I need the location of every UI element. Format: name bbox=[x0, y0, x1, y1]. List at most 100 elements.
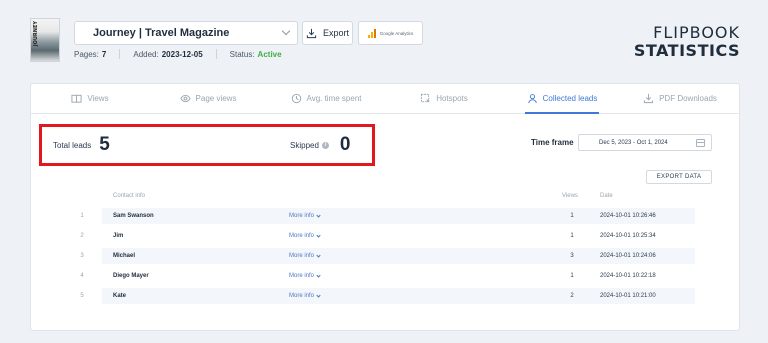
skipped-value: 0 bbox=[339, 134, 351, 155]
chevron-down-icon bbox=[316, 232, 321, 238]
brand-line-1: FLIPBOOK bbox=[653, 23, 740, 42]
table-row: 3 Michael More info 3 2024-10-01 10:24:0… bbox=[80, 248, 695, 264]
row-number: 4 bbox=[80, 273, 84, 279]
chevron-down-icon bbox=[316, 292, 321, 298]
google-analytics-icon bbox=[367, 28, 376, 38]
more-info-label: More info bbox=[289, 213, 315, 219]
export-button[interactable]: Export bbox=[302, 21, 353, 45]
download-icon bbox=[644, 93, 654, 104]
views-count: 2 bbox=[570, 293, 574, 299]
column-header-views: Views bbox=[562, 193, 578, 199]
leads-summary-highlight: Total leads 5 Skipped i 0 bbox=[39, 124, 375, 166]
contact-name: Diego Mayer bbox=[113, 273, 149, 279]
more-info-link[interactable]: More info bbox=[289, 212, 321, 219]
download-icon bbox=[306, 28, 317, 38]
tab-views[interactable]: Views bbox=[31, 84, 149, 113]
cover-title: JOURNEY bbox=[33, 21, 39, 47]
tab-label: Collected leads bbox=[542, 94, 598, 103]
table-row: 1 Sam Swanson More info 1 2024-10-01 10:… bbox=[80, 208, 695, 224]
row-number: 5 bbox=[80, 293, 84, 299]
tab-avg-time-spent[interactable]: Avg. time spent bbox=[267, 84, 385, 113]
more-info-label: More info bbox=[289, 293, 315, 299]
views-count: 3 bbox=[570, 253, 574, 259]
added-date: 2023-12-05 bbox=[161, 49, 203, 59]
tab-hotspots[interactable]: Hotspots bbox=[385, 84, 503, 113]
tab-page-views[interactable]: Page views bbox=[149, 84, 267, 113]
total-leads-value: 5 bbox=[99, 134, 110, 155]
lead-date: 2024-10-01 10:25:34 bbox=[600, 233, 656, 239]
row-number: 2 bbox=[80, 233, 84, 239]
export-data-button[interactable]: EXPORT DATA bbox=[646, 170, 712, 184]
tab-bar: Views Page views Avg. time spent Hotspot… bbox=[31, 84, 739, 114]
magazine-title: Journey | Travel Magazine bbox=[93, 27, 230, 39]
book-icon bbox=[71, 94, 82, 103]
calendar-icon[interactable] bbox=[696, 139, 705, 147]
tab-collected-leads[interactable]: Collected leads bbox=[503, 84, 621, 114]
more-info-link[interactable]: More info bbox=[289, 292, 321, 299]
column-header-date: Date bbox=[600, 193, 613, 199]
lead-date: 2024-10-01 10:24:06 bbox=[600, 253, 656, 259]
header: JOURNEY Journey | Travel Magazine Export… bbox=[0, 0, 768, 76]
more-info-label: More info bbox=[289, 233, 315, 239]
chevron-down-icon bbox=[316, 272, 321, 278]
tab-label: Hotspots bbox=[436, 94, 468, 103]
more-info-link[interactable]: More info bbox=[289, 252, 321, 259]
table-row: 2 Jim More info 1 2024-10-01 10:25:34 bbox=[80, 228, 695, 244]
time-frame-input[interactable]: Dec 5, 2023 - Oct 1, 2024 bbox=[578, 134, 712, 151]
time-frame-value: Dec 5, 2023 - Oct 1, 2024 bbox=[599, 139, 668, 146]
lead-date: 2024-10-01 10:22:18 bbox=[600, 273, 656, 279]
tab-label: PDF Downloads bbox=[659, 94, 717, 103]
added-label: Added: bbox=[133, 49, 159, 59]
status-badge: Active bbox=[257, 49, 282, 59]
lead-date: 2024-10-01 10:21:00 bbox=[600, 293, 656, 299]
tab-label: Views bbox=[87, 94, 109, 103]
brand-logo: FLIPBOOK STATISTICS bbox=[634, 24, 740, 60]
table-row: 4 Diego Mayer More info 1 2024-10-01 10:… bbox=[80, 268, 695, 284]
magazine-cover-thumbnail[interactable]: JOURNEY bbox=[30, 18, 60, 62]
chevron-down-icon bbox=[316, 252, 321, 258]
export-label: Export bbox=[322, 28, 349, 38]
chevron-down-icon bbox=[281, 26, 291, 36]
row-number: 3 bbox=[80, 253, 84, 259]
tab-label: Avg. time spent bbox=[306, 94, 362, 103]
chevron-down-icon bbox=[316, 212, 321, 218]
magazine-select[interactable]: Journey | Travel Magazine bbox=[74, 21, 298, 45]
skipped-stat: Skipped i 0 bbox=[290, 133, 351, 157]
magazine-meta: Pages: 7 Added: 2023-12-05 Status: Activ… bbox=[74, 47, 282, 61]
status-label: Status: bbox=[229, 49, 255, 59]
views-count: 1 bbox=[570, 233, 574, 239]
views-count: 1 bbox=[570, 273, 574, 279]
divider bbox=[119, 49, 121, 59]
clock-icon bbox=[291, 93, 301, 104]
contact-name: Kate bbox=[113, 293, 127, 299]
eye-icon bbox=[179, 94, 191, 103]
statistics-panel: Views Page views Avg. time spent Hotspot… bbox=[30, 83, 740, 331]
brand-line-2: STATISTICS bbox=[633, 41, 740, 60]
contact-name: Michael bbox=[113, 253, 136, 259]
total-leads-label: Total leads bbox=[53, 140, 92, 150]
time-frame-label: Time frame bbox=[531, 138, 574, 147]
contact-name: Sam Swanson bbox=[113, 213, 154, 219]
column-header-contact: Contact info bbox=[113, 193, 146, 199]
skipped-label: Skipped bbox=[290, 140, 319, 150]
row-number: 1 bbox=[80, 213, 84, 219]
lead-date: 2024-10-01 10:26:46 bbox=[600, 213, 656, 219]
views-count: 1 bbox=[570, 213, 574, 219]
more-info-label: More info bbox=[289, 273, 315, 279]
google-analytics-button[interactable]: Google Analytics bbox=[358, 21, 423, 45]
contact-name: Jim bbox=[113, 233, 124, 239]
google-analytics-label: Google Analytics bbox=[379, 30, 414, 36]
more-info-label: More info bbox=[289, 253, 315, 259]
table-row: 5 Kate More info 2 2024-10-01 10:21:00 bbox=[80, 288, 695, 304]
pages-count: 7 bbox=[101, 49, 107, 59]
more-info-link[interactable]: More info bbox=[289, 272, 321, 279]
info-icon[interactable]: i bbox=[321, 141, 329, 149]
pages-label: Pages: bbox=[74, 49, 99, 59]
total-leads-stat: Total leads 5 bbox=[53, 133, 110, 157]
tab-label: Page views bbox=[195, 94, 237, 103]
user-icon bbox=[527, 94, 537, 104]
more-info-link[interactable]: More info bbox=[289, 232, 321, 239]
divider bbox=[215, 49, 217, 59]
hotspot-icon bbox=[421, 93, 430, 103]
tab-pdf-downloads[interactable]: PDF Downloads bbox=[621, 84, 739, 113]
